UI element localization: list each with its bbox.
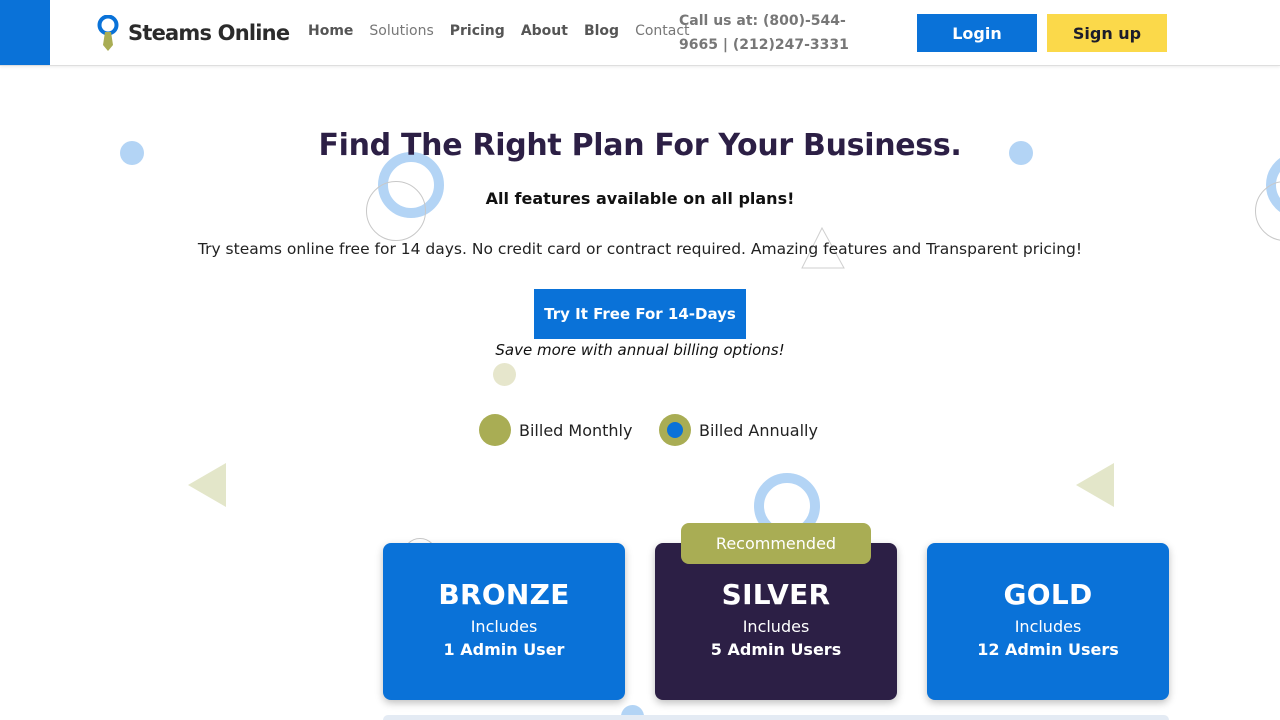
main-nav: Home Solutions Pricing About Blog Contac… — [308, 23, 690, 39]
logo-pin-icon — [96, 14, 120, 51]
nav-item-solutions[interactable]: Solutions — [369, 23, 433, 39]
features-table-edge — [383, 715, 1169, 720]
plan-users: 12 Admin Users — [977, 640, 1119, 659]
billing-annually-label: Billed Annually — [699, 420, 818, 440]
nav-item-pricing[interactable]: Pricing — [450, 23, 505, 39]
plan-name: BRONZE — [438, 578, 570, 611]
plan-includes-label: Includes — [742, 617, 810, 636]
plan-name: GOLD — [1003, 578, 1093, 611]
login-button[interactable]: Login — [917, 14, 1037, 52]
plan-includes-label: Includes — [470, 617, 538, 636]
free-trial-button[interactable]: Try It Free For 14-Days — [534, 289, 746, 339]
hero-subtitle: All features available on all plans! — [485, 189, 795, 208]
recommended-badge: Recommended — [681, 523, 871, 564]
menu-toggle[interactable] — [0, 0, 50, 65]
plan-users: 5 Admin Users — [710, 640, 842, 659]
billing-monthly-label: Billed Monthly — [519, 420, 633, 440]
plan-users: 1 Admin User — [443, 640, 565, 659]
plan-includes-label: Includes — [1014, 617, 1082, 636]
site-header: Steams Online Home Solutions Pricing Abo… — [0, 0, 1280, 66]
save-note: Save more with annual billing options! — [495, 341, 785, 359]
nav-item-home[interactable]: Home — [308, 23, 353, 39]
logo-text: Steams Online — [128, 21, 290, 45]
plan-card-bronze[interactable]: BRONZE Includes 1 Admin User — [383, 543, 625, 700]
plan-card-silver[interactable]: SILVER Includes 5 Admin Users — [655, 543, 897, 700]
nav-item-blog[interactable]: Blog — [584, 23, 619, 39]
billing-annually-option[interactable]: Billed Annually — [659, 414, 818, 446]
decor-dot — [493, 363, 516, 386]
call-us-text: Call us at: (800)-544-9665 | (212)247-33… — [679, 13, 849, 53]
nav-item-about[interactable]: About — [521, 23, 568, 39]
decor-triangle — [1076, 463, 1116, 511]
billing-annually-radio[interactable] — [659, 414, 691, 446]
plan-card-gold[interactable]: GOLD Includes 12 Admin Users — [927, 543, 1169, 700]
plan-name: SILVER — [721, 578, 831, 611]
billing-monthly-radio[interactable] — [479, 414, 511, 446]
signup-button[interactable]: Sign up — [1047, 14, 1167, 52]
decor-triangle — [188, 463, 228, 511]
logo[interactable]: Steams Online — [96, 14, 290, 51]
hero-description: Try steams online free for 14 days. No c… — [197, 240, 1083, 258]
billing-monthly-option[interactable]: Billed Monthly — [479, 414, 632, 446]
page-title: Find The Right Plan For Your Business. — [318, 128, 962, 163]
